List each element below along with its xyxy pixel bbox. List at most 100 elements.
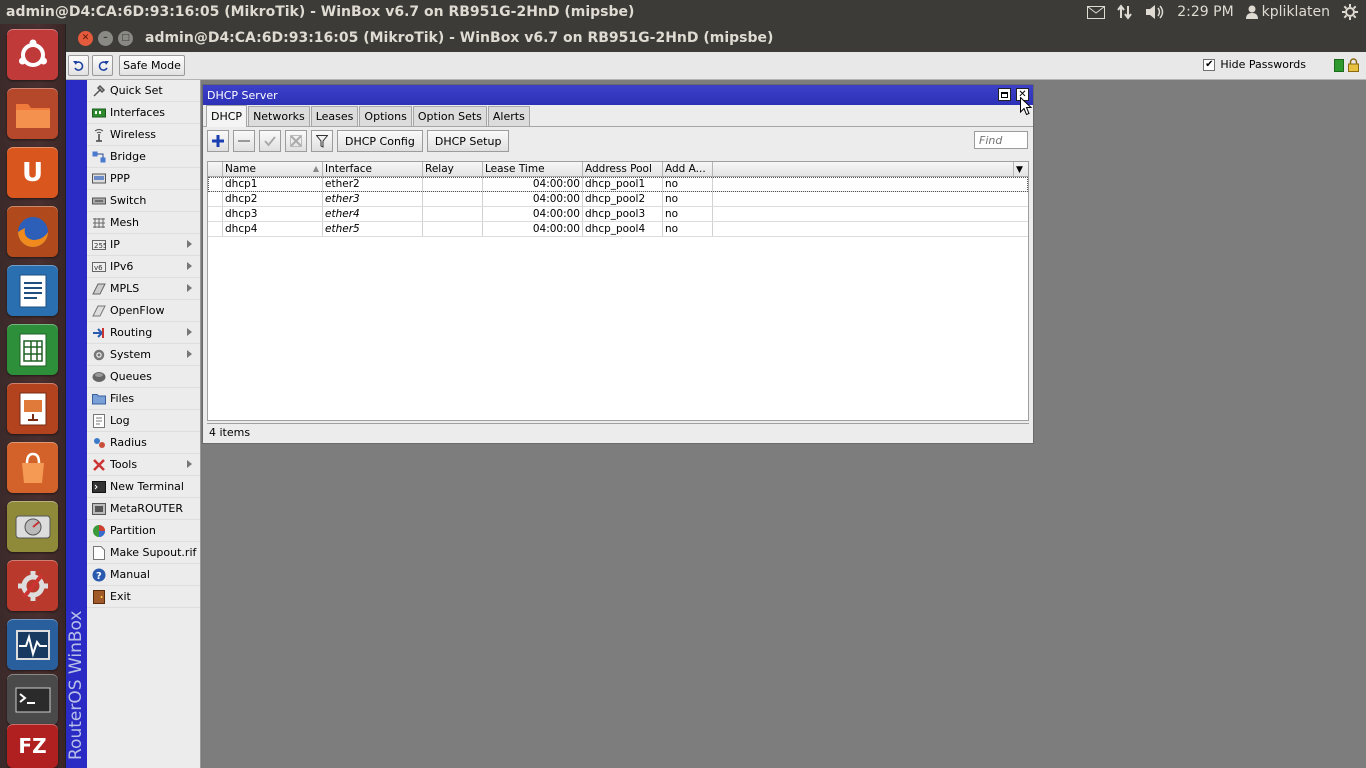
menu-item-ppp[interactable]: PPP: [87, 168, 200, 190]
cell-lease-time: 04:00:00: [483, 207, 583, 221]
menu-item-log[interactable]: Log: [87, 410, 200, 432]
radius-icon: [91, 436, 107, 450]
table-row[interactable]: dhcp1 ether2 04:00:00 dhcp_pool1 no: [208, 177, 1028, 192]
chevron-down-icon: ▼: [1016, 165, 1023, 175]
cell-interface: ether5: [323, 222, 423, 236]
firefox-icon[interactable]: [7, 206, 58, 257]
submenu-arrow-icon: [187, 328, 192, 336]
filezilla-icon[interactable]: FZ: [7, 724, 58, 768]
maximize-window-button[interactable]: □: [118, 30, 133, 46]
tab-leases[interactable]: Leases: [310, 106, 359, 126]
dhcp-setup-button[interactable]: DHCP Setup: [426, 130, 510, 152]
menu-item-quick-set[interactable]: Quick Set: [87, 80, 200, 102]
tab-options[interactable]: Options: [359, 106, 412, 126]
column-address-pool[interactable]: Address Pool: [583, 162, 663, 176]
enable-button[interactable]: [259, 130, 281, 152]
tab-alerts[interactable]: Alerts: [487, 106, 530, 126]
software-center-icon[interactable]: [7, 442, 58, 493]
filter-button[interactable]: [311, 130, 333, 152]
svg-text:v6: v6: [94, 264, 103, 272]
undo-button[interactable]: [68, 55, 89, 76]
menu-item-interfaces[interactable]: Interfaces: [87, 102, 200, 124]
column-filler: [713, 162, 1013, 176]
tab-dhcp[interactable]: DHCP: [206, 105, 248, 127]
hide-passwords-checkbox[interactable]: ✔: [1203, 58, 1216, 71]
minus-icon: [238, 140, 250, 142]
ppp-icon: [91, 172, 107, 186]
unity-launcher: U FZ: [0, 24, 66, 768]
system-monitor-icon[interactable]: [7, 619, 58, 670]
column-lease-time[interactable]: Lease Time: [483, 162, 583, 176]
dhcp-server-title: DHCP Server: [207, 88, 278, 102]
svg-text:255: 255: [94, 242, 106, 250]
cell-lease-time: 04:00:00: [483, 222, 583, 236]
menu-item-tools[interactable]: Tools: [87, 454, 200, 476]
ubuntu-one-icon[interactable]: U: [7, 147, 58, 198]
cell-name: dhcp4: [223, 222, 323, 236]
libreoffice-calc-icon[interactable]: [7, 324, 58, 375]
maximize-dialog-button[interactable]: [998, 88, 1011, 101]
mail-icon[interactable]: [1087, 0, 1106, 24]
menu-item-partition[interactable]: Partition: [87, 520, 200, 542]
system-settings-icon[interactable]: [7, 560, 58, 611]
dhcp-server-titlebar[interactable]: DHCP Server ✕: [203, 85, 1033, 105]
winbox-toolbar: Safe Mode ✔ Hide Passwords: [66, 52, 1366, 80]
partition-icon: [91, 524, 107, 538]
libreoffice-impress-icon[interactable]: [7, 383, 58, 434]
menu-item-exit[interactable]: Exit: [87, 586, 200, 608]
interfaces-icon: [91, 106, 107, 120]
menu-item-routing[interactable]: Routing: [87, 322, 200, 344]
menu-item-metarouter[interactable]: MetaROUTER: [87, 498, 200, 520]
remove-button[interactable]: [233, 130, 255, 152]
minimize-window-button[interactable]: –: [98, 30, 113, 46]
column-name[interactable]: Name ▲: [223, 162, 323, 176]
gear-icon[interactable]: [1342, 0, 1358, 24]
volume-icon[interactable]: [1145, 0, 1165, 24]
menu-item-system[interactable]: System: [87, 344, 200, 366]
columns-dropdown-button[interactable]: ▼: [1013, 162, 1028, 176]
disable-button[interactable]: [285, 130, 307, 152]
submenu-arrow-icon: [187, 240, 192, 248]
tab-networks[interactable]: Networks: [248, 106, 310, 126]
cell-add-arp: no: [663, 177, 713, 191]
disk-utility-icon[interactable]: [7, 501, 58, 552]
network-icon[interactable]: [1117, 0, 1133, 24]
menu-item-ip[interactable]: 255 IP: [87, 234, 200, 256]
table-row[interactable]: dhcp2 ether3 04:00:00 dhcp_pool2 no: [208, 192, 1028, 207]
column-interface[interactable]: Interface: [323, 162, 423, 176]
user-menu[interactable]: kpliklaten: [1245, 0, 1330, 24]
column-add-arp[interactable]: Add A...: [663, 162, 713, 176]
menu-item-queues[interactable]: Queues: [87, 366, 200, 388]
menu-item-radius[interactable]: Radius: [87, 432, 200, 454]
menu-item-files[interactable]: Files: [87, 388, 200, 410]
menu-item-ipv6[interactable]: v6 IPv6: [87, 256, 200, 278]
menu-item-new-terminal[interactable]: New Terminal: [87, 476, 200, 498]
libreoffice-writer-icon[interactable]: [7, 265, 58, 316]
cell-add-arp: no: [663, 192, 713, 206]
clock[interactable]: 2:29 PM: [1177, 0, 1233, 24]
menu-item-mesh[interactable]: Mesh: [87, 212, 200, 234]
ubuntu-home-icon[interactable]: [7, 29, 58, 80]
winbox-window-titlebar[interactable]: ✕ – □ admin@D4:CA:6D:93:16:05 (MikroTik)…: [66, 24, 1366, 52]
hide-passwords-toggle[interactable]: ✔ Hide Passwords: [1203, 58, 1306, 71]
menu-item-mpls[interactable]: MPLS: [87, 278, 200, 300]
column-relay[interactable]: Relay: [423, 162, 483, 176]
menu-item-make-supout[interactable]: Make Supout.rif: [87, 542, 200, 564]
metarouter-icon: [91, 502, 107, 516]
add-button[interactable]: [207, 130, 229, 152]
menu-item-switch[interactable]: Switch: [87, 190, 200, 212]
files-icon[interactable]: [7, 88, 58, 139]
redo-button[interactable]: [92, 55, 113, 76]
menu-item-wireless[interactable]: Wireless: [87, 124, 200, 146]
tab-option-sets[interactable]: Option Sets: [412, 106, 487, 126]
safe-mode-button[interactable]: Safe Mode: [119, 55, 185, 76]
close-window-button[interactable]: ✕: [78, 30, 93, 46]
table-row[interactable]: dhcp3 ether4 04:00:00 dhcp_pool3 no: [208, 207, 1028, 222]
terminal-icon[interactable]: [7, 674, 58, 725]
menu-item-bridge[interactable]: Bridge: [87, 146, 200, 168]
menu-item-manual[interactable]: ? Manual: [87, 564, 200, 586]
dhcp-config-button[interactable]: DHCP Config: [337, 130, 423, 152]
find-input[interactable]: [974, 131, 1028, 149]
menu-item-openflow[interactable]: OpenFlow: [87, 300, 200, 322]
table-row[interactable]: dhcp4 ether5 04:00:00 dhcp_pool4 no: [208, 222, 1028, 237]
